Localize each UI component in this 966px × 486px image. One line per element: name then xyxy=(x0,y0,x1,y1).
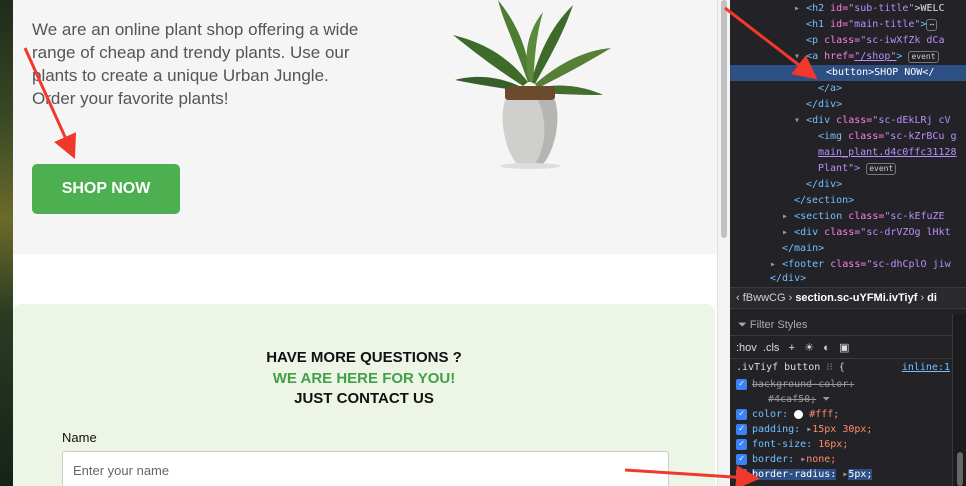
background-landscape xyxy=(0,0,13,486)
dom-node-div[interactable]: ▾ <div class="sc-dEkLRj cV xyxy=(730,113,966,129)
dom-node-a-close[interactable]: </a> xyxy=(730,81,966,97)
color-swatch-icon[interactable] xyxy=(794,409,804,419)
filter-icon-2: ⏷ xyxy=(822,394,831,405)
light-mode-icon[interactable]: ☀ xyxy=(804,342,814,354)
cls-toggle[interactable]: .cls xyxy=(763,342,780,354)
flex-grid-icon[interactable]: ⁝⁝ xyxy=(826,362,832,373)
event-badge[interactable]: event xyxy=(908,51,939,63)
website-viewport: We are an online plant shop offering a w… xyxy=(13,0,717,486)
css-prop-font-size[interactable]: ✓ font-size: 16px; xyxy=(736,437,950,452)
hero-section: We are an online plant shop offering a w… xyxy=(13,0,717,254)
css-prop-border[interactable]: ✓ border: ▸none; xyxy=(736,452,950,467)
add-rule-icon[interactable]: + xyxy=(789,342,795,354)
page-scroll-thumb[interactable] xyxy=(721,0,727,238)
css-prop-background-value: #4caf50; ⏷ xyxy=(768,394,831,405)
page-scrollbar[interactable] xyxy=(717,0,730,486)
dom-node-button-selected[interactable]: <button>SHOP NOW</ xyxy=(730,65,966,81)
breadcrumb-item[interactable]: fBwwCG xyxy=(743,292,786,304)
shop-now-button[interactable]: SHOP NOW xyxy=(32,164,180,214)
breadcrumb-item-2[interactable]: di xyxy=(927,292,937,304)
contact-tagline: JUST CONTACT US xyxy=(294,390,434,407)
name-input[interactable] xyxy=(62,451,669,486)
dom-node-p[interactable]: <p class="sc-iwXfZk dCa xyxy=(730,33,966,49)
dark-mode-icon[interactable]: ◐ xyxy=(823,342,830,354)
breadcrumb-item-active[interactable]: section.sc-uYFMi.ivTiyf xyxy=(795,292,917,304)
contact-section: HAVE MORE QUESTIONS ? WE ARE HERE FOR YO… xyxy=(13,304,715,486)
css-prop-border-radius[interactable]: ✓ border-radius: ▸5px; xyxy=(736,467,950,482)
dom-node-a[interactable]: ▾ <a href="/shop"> event xyxy=(730,49,966,65)
name-label: Name xyxy=(62,430,97,445)
css-prop-color[interactable]: ✓ color: #fff; xyxy=(736,407,950,422)
devtools-panel: ▸ <h2 id="sub-title">WELC <h1 id="main-t… xyxy=(730,0,966,486)
filter-styles-input[interactable]: ⏷ Filter Styles xyxy=(730,314,952,336)
dom-node-section-close[interactable]: </section> xyxy=(730,193,966,209)
styles-toolbar: :hov .cls + ☀ ◐ ▣ xyxy=(730,337,952,359)
checkbox-icon[interactable]: ✓ xyxy=(736,423,747,435)
dom-node-div-close-2[interactable]: </div> xyxy=(730,177,966,193)
layout-icon[interactable]: ▣ xyxy=(839,342,849,354)
breadcrumb: ‹ fBwwCG › section.sc-uYFMi.ivTiyf › di xyxy=(730,287,966,309)
css-rule-header: .ivTiyf button ⁝⁝ { inline:1 xyxy=(736,360,950,375)
styles-scroll-thumb[interactable] xyxy=(957,452,963,486)
filter-icon: ⏷ xyxy=(738,319,750,331)
contact-subheading: WE ARE HERE FOR YOU! xyxy=(272,370,456,387)
dom-node-div-close[interactable]: </div> xyxy=(730,97,966,113)
dom-node-section[interactable]: ▸ <section class="sc-kEfuZE xyxy=(730,209,966,225)
checkbox-icon[interactable]: ✓ xyxy=(736,378,747,390)
checkbox-icon[interactable]: ✓ xyxy=(736,468,747,480)
hero-description: We are an online plant shop offering a w… xyxy=(32,20,359,108)
event-badge-2[interactable]: event xyxy=(866,163,897,175)
dom-node-img[interactable]: <img class="sc-kZrBCu g xyxy=(730,129,966,145)
breadcrumb-arrow-icon[interactable]: ‹ xyxy=(736,292,743,304)
dom-node-div-close-3[interactable]: </div> xyxy=(730,271,966,287)
dom-img-src-link[interactable]: main_plant.d4c0ffc31128 xyxy=(730,145,966,161)
dom-node-main-close[interactable]: </main> xyxy=(730,241,966,257)
dom-node-div-2[interactable]: ▸ <div class="sc-drVZOg lHkt xyxy=(730,225,966,241)
css-prop-padding[interactable]: ✓ padding: ▸15px 30px; xyxy=(736,422,950,437)
ellipsis-badge[interactable]: ⋯ xyxy=(926,19,938,31)
checkbox-icon[interactable]: ✓ xyxy=(736,438,747,450)
source-link[interactable]: inline:1 xyxy=(902,360,950,375)
hov-toggle[interactable]: :hov xyxy=(736,342,757,354)
checkbox-icon[interactable]: ✓ xyxy=(736,453,747,465)
dom-node-h1[interactable]: <h1 id="main-title"> ⋯ xyxy=(730,17,966,33)
styles-side-panel xyxy=(952,314,966,486)
plant-image xyxy=(453,0,611,169)
css-prop-background-color[interactable]: ✓ background-color: xyxy=(736,377,950,392)
dom-img-alt[interactable]: Plant"> event xyxy=(730,161,966,177)
dom-node-h2[interactable]: ▸ <h2 id="sub-title">WELC xyxy=(730,1,966,17)
checkbox-icon[interactable]: ✓ xyxy=(736,408,747,420)
contact-heading: HAVE MORE QUESTIONS ? xyxy=(266,349,462,366)
